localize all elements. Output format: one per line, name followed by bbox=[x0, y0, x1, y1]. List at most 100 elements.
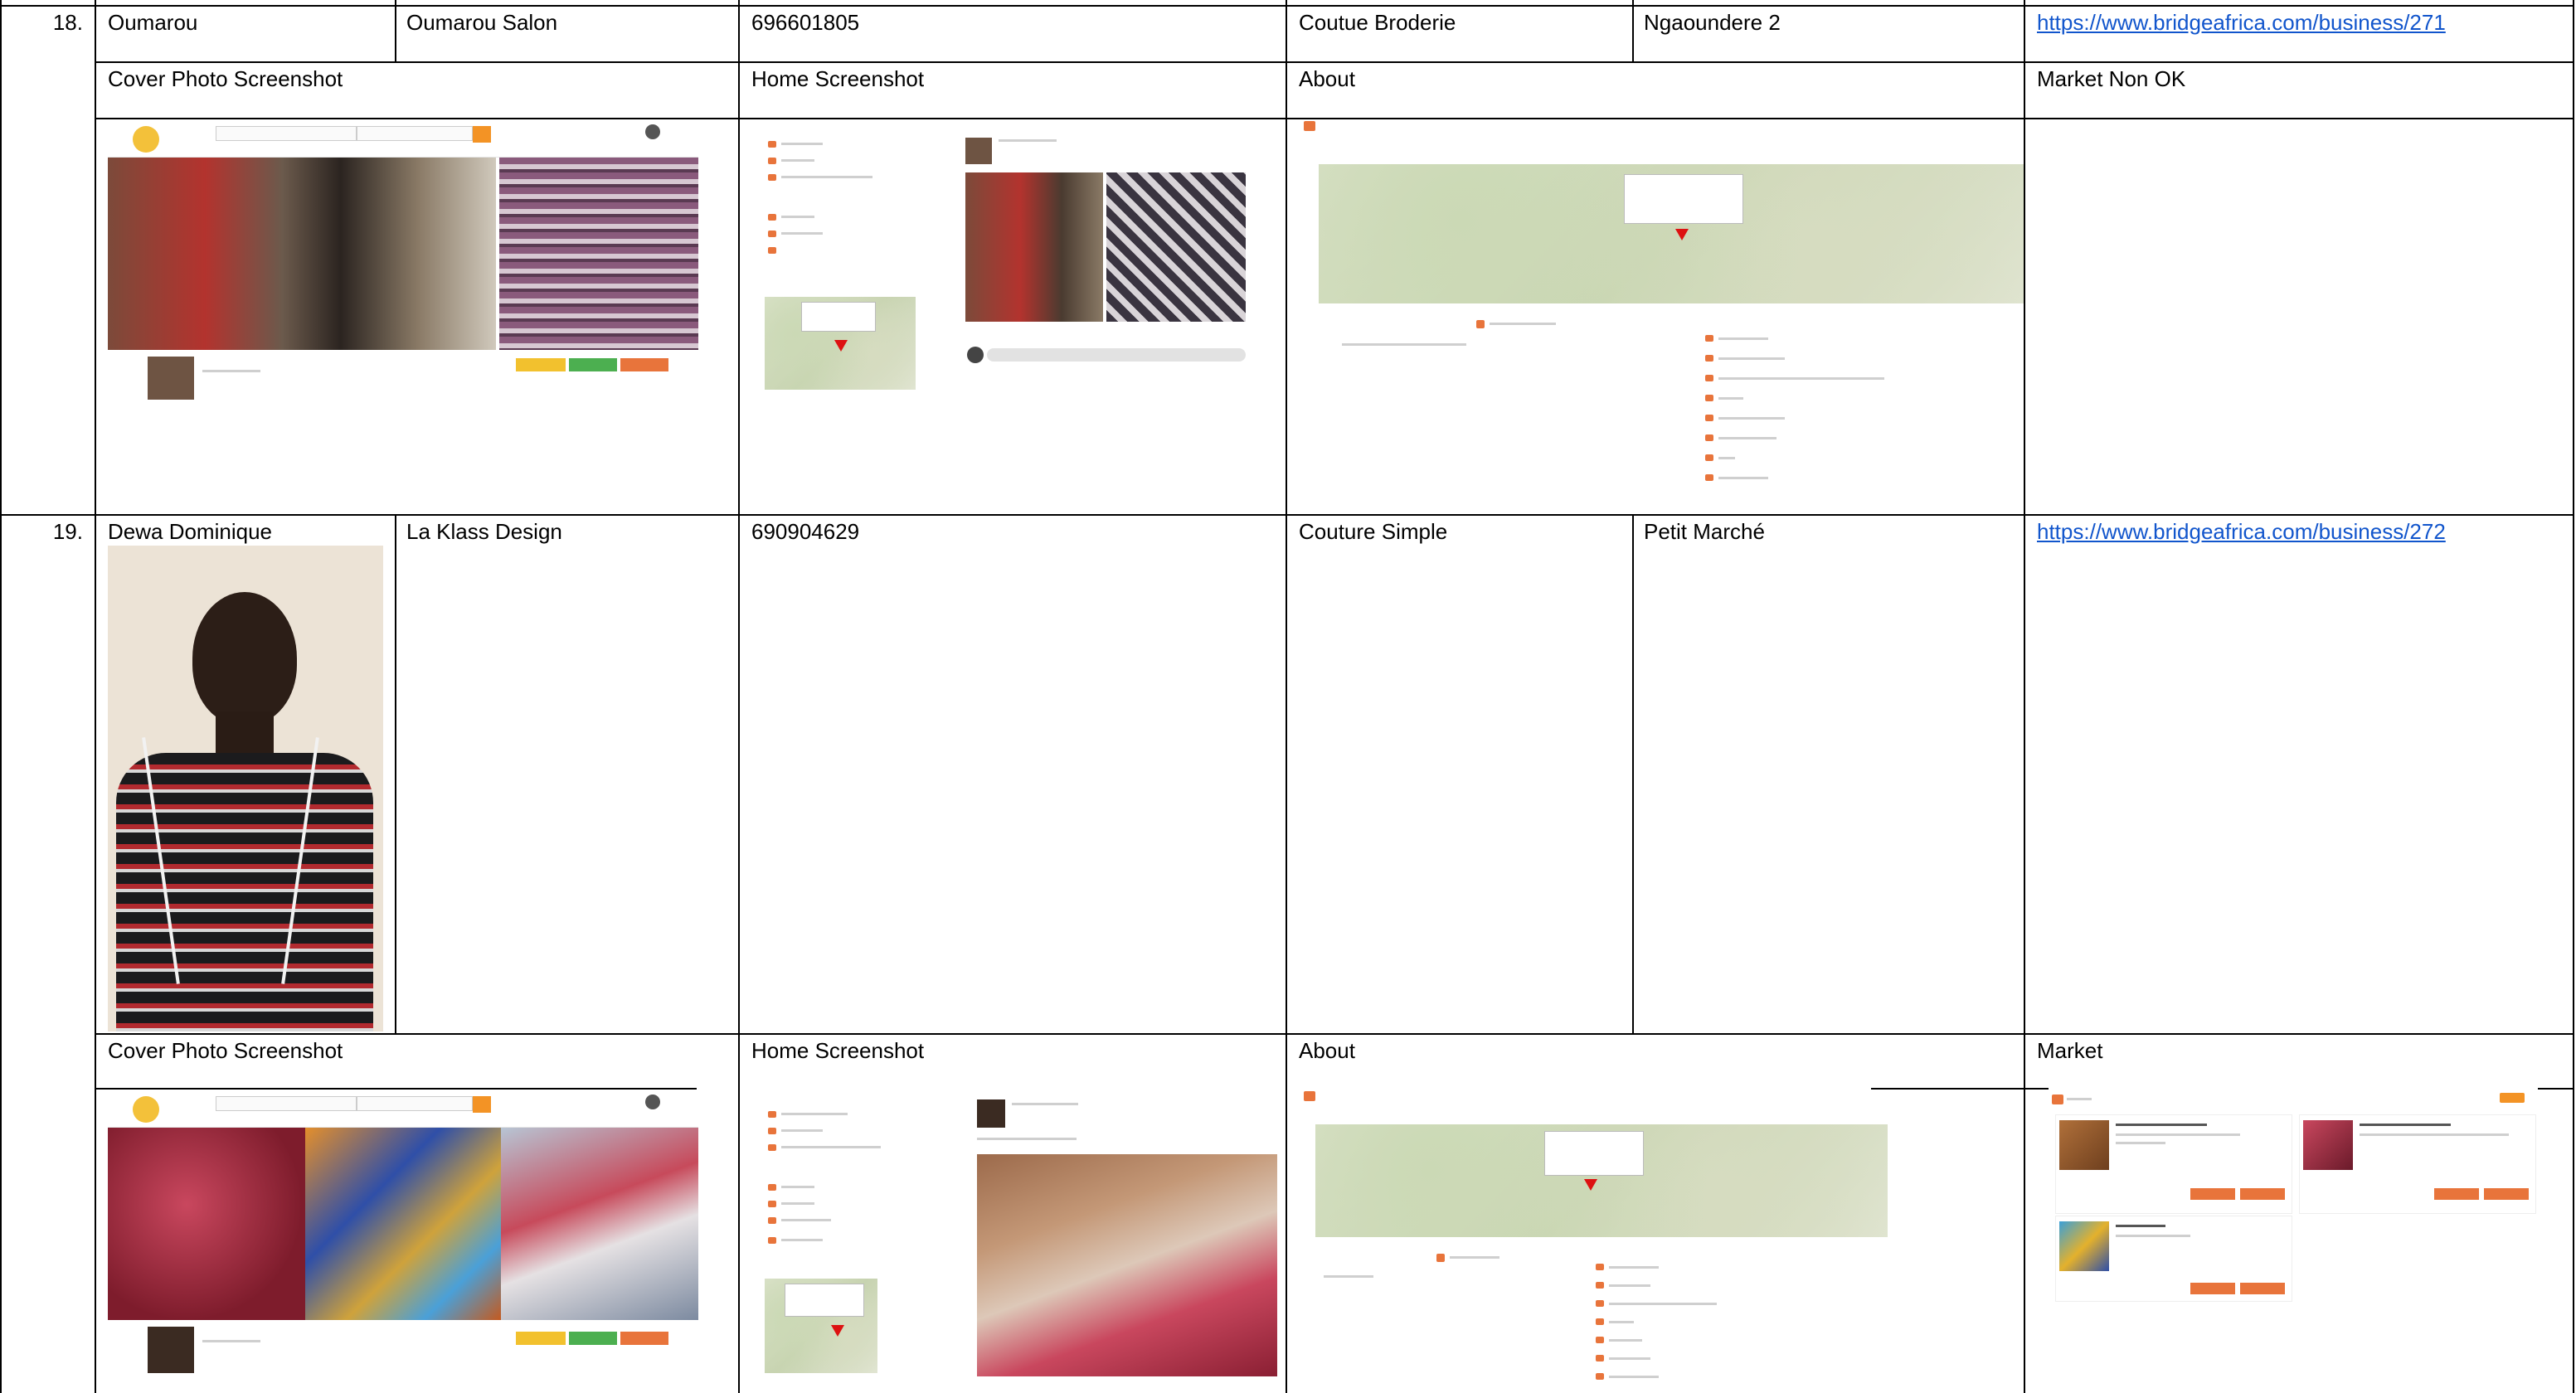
business-url-link[interactable]: https://www.bridgeafrica.com/business/27… bbox=[2037, 519, 2446, 544]
product-image bbox=[2059, 1221, 2109, 1271]
cover-photo-shop bbox=[108, 158, 496, 350]
business-category: Couture Simple bbox=[1299, 519, 1448, 544]
product-card bbox=[2299, 1114, 2536, 1214]
message-button bbox=[569, 358, 617, 371]
directions-button bbox=[620, 358, 668, 371]
category-icon bbox=[768, 141, 776, 148]
home-screenshot bbox=[751, 121, 1259, 395]
col-line bbox=[395, 0, 396, 61]
search-input bbox=[216, 126, 357, 141]
home-screenshot-header: Home Screenshot bbox=[751, 1038, 925, 1063]
email-icon bbox=[768, 247, 776, 254]
category-icon bbox=[1705, 335, 1713, 342]
business-location: Ngaoundere 2 bbox=[1644, 10, 1781, 35]
home-screenshot bbox=[751, 1091, 1277, 1376]
cover-photo-screenshot bbox=[108, 1091, 698, 1376]
row-line bbox=[95, 61, 2574, 63]
about-header: About bbox=[1299, 1038, 1355, 1063]
search-button bbox=[473, 126, 491, 143]
product-image bbox=[2059, 1120, 2109, 1170]
location-icon bbox=[1705, 375, 1713, 381]
business-url-link[interactable]: https://www.bridgeafrica.com/business/27… bbox=[2037, 10, 2446, 35]
row-line bbox=[2024, 1088, 2049, 1090]
profile-thumbnail bbox=[148, 1327, 194, 1373]
row-line bbox=[0, 5, 2574, 7]
about-screenshot bbox=[1299, 1091, 1889, 1393]
phone-icon bbox=[1705, 415, 1713, 421]
owner-portrait-photo bbox=[108, 546, 383, 1031]
market-header: Market Non OK bbox=[2037, 66, 2186, 91]
email-icon bbox=[1705, 454, 1713, 461]
search-icon bbox=[768, 1128, 776, 1134]
comment-avatar bbox=[967, 347, 984, 363]
location-input bbox=[357, 126, 473, 141]
clock-icon bbox=[1705, 474, 1713, 481]
row-number: 18. bbox=[52, 10, 83, 35]
business-name: Oumarou Salon bbox=[406, 10, 558, 35]
comment-box bbox=[987, 348, 1246, 362]
product-button bbox=[2240, 1283, 2285, 1294]
col-line bbox=[1286, 0, 1287, 1393]
website-icon bbox=[1705, 395, 1713, 401]
avatar bbox=[645, 124, 660, 139]
owner-name: Oumarou bbox=[108, 10, 198, 35]
col-line bbox=[1632, 0, 1634, 61]
product-card bbox=[2055, 1216, 2292, 1302]
business-name: La Klass Design bbox=[406, 519, 562, 544]
post-image-dress bbox=[977, 1154, 1277, 1376]
map-info-bubble bbox=[801, 302, 876, 332]
col-line bbox=[395, 514, 396, 1035]
website-icon bbox=[768, 214, 776, 221]
col-line bbox=[2024, 0, 2025, 1393]
table-border-right bbox=[2573, 0, 2574, 1393]
post-image-shop bbox=[965, 172, 1103, 322]
product-button bbox=[2190, 1188, 2235, 1200]
category-icon bbox=[1596, 1264, 1604, 1270]
phone-icon bbox=[768, 1201, 776, 1207]
row-line bbox=[95, 118, 2574, 119]
clock-icon bbox=[1596, 1373, 1604, 1380]
website-icon bbox=[768, 1184, 776, 1191]
email-icon bbox=[1596, 1355, 1604, 1361]
message-button bbox=[569, 1332, 617, 1345]
follow-button bbox=[516, 1332, 566, 1345]
cover-photo-wax-outfit bbox=[305, 1128, 501, 1320]
owner-name: Dewa Dominique bbox=[108, 519, 272, 544]
table-border-left bbox=[0, 0, 2, 1393]
cover-photo-sofa bbox=[499, 158, 698, 350]
map-info-bubble bbox=[1544, 1131, 1644, 1176]
location-input bbox=[357, 1096, 473, 1111]
phone-icon bbox=[1705, 434, 1713, 441]
map-pin-icon bbox=[831, 1325, 844, 1337]
cover-photo-red-dress bbox=[108, 1128, 305, 1320]
tag-icon bbox=[1596, 1282, 1604, 1289]
post-avatar bbox=[965, 138, 992, 164]
map-info-bubble bbox=[785, 1284, 864, 1317]
map-pin-icon bbox=[1675, 229, 1689, 240]
product-button bbox=[2484, 1188, 2529, 1200]
follow-button bbox=[516, 358, 566, 371]
about-contact-icon bbox=[1476, 320, 1485, 328]
product-card bbox=[2055, 1114, 2292, 1214]
bridgeafrica-logo-icon bbox=[133, 1096, 159, 1123]
product-button bbox=[2240, 1188, 2285, 1200]
product-image bbox=[2303, 1120, 2353, 1170]
location-icon bbox=[1596, 1300, 1604, 1307]
row-line bbox=[0, 514, 2574, 516]
market-icon bbox=[2052, 1094, 2063, 1104]
cover-screenshot-header: Cover Photo Screenshot bbox=[108, 66, 343, 91]
map-info-bubble bbox=[1624, 174, 1743, 224]
category-icon bbox=[768, 1111, 776, 1118]
profile-name-line bbox=[202, 1340, 260, 1342]
search-input bbox=[216, 1096, 357, 1111]
about-icon bbox=[1304, 121, 1315, 131]
row-line bbox=[95, 1033, 2574, 1035]
phone-number: 690904629 bbox=[751, 519, 860, 544]
portrait-striped-shirt bbox=[116, 753, 373, 1031]
business-category: Coutue Broderie bbox=[1299, 10, 1456, 35]
location-icon bbox=[768, 174, 776, 181]
business-location: Petit Marché bbox=[1644, 519, 1765, 544]
market-screenshot bbox=[2049, 1091, 2538, 1302]
directions-button bbox=[620, 1332, 668, 1345]
portrait-head bbox=[192, 592, 297, 725]
